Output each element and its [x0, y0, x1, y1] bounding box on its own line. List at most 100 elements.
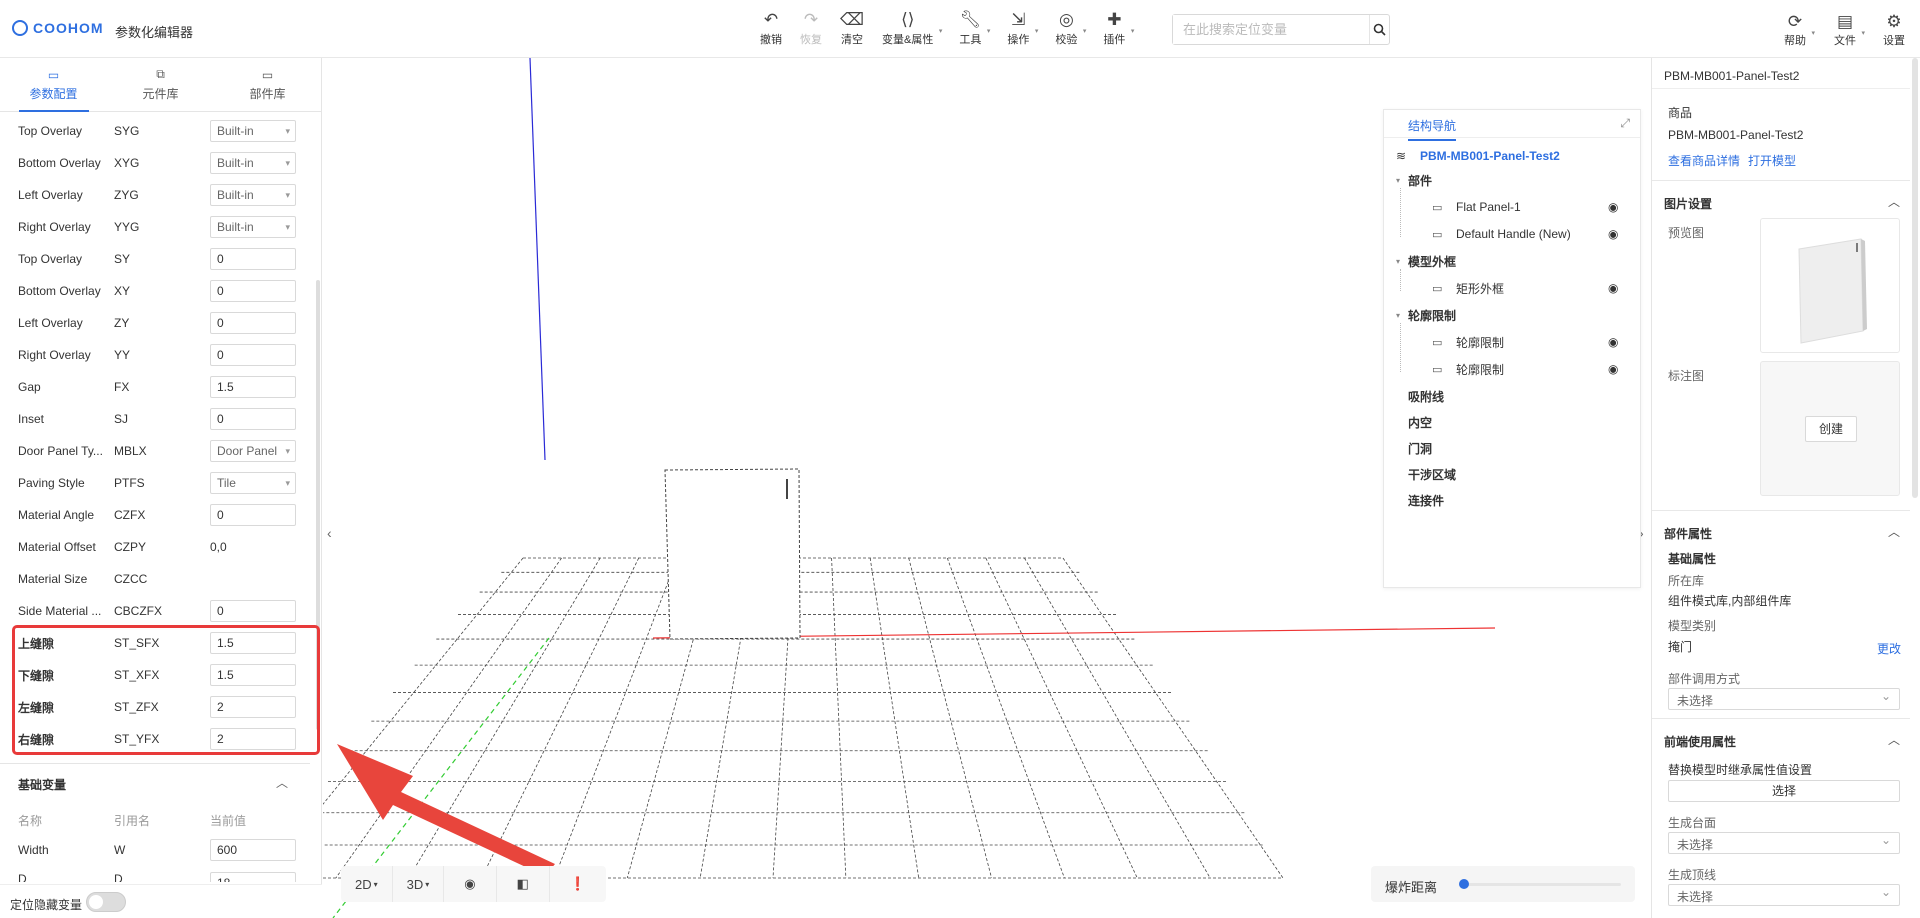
parameter-input[interactable]: 0 — [210, 248, 296, 270]
eye-icon[interactable]: ◉ — [1608, 359, 1618, 379]
parameter-name: Material Size — [18, 572, 88, 586]
expand-icon[interactable]: ⤢ — [1620, 116, 1630, 131]
parameter-input[interactable]: 0 — [210, 504, 296, 526]
caret-down-icon[interactable]: ▾ — [1396, 305, 1400, 325]
settings-button[interactable]: ⚙ 设置 — [1883, 12, 1905, 48]
parameter-select[interactable]: Built-in — [210, 120, 296, 142]
parameter-name: Door Panel Ty... — [18, 444, 103, 458]
tree-item[interactable]: Flat Panel-1 — [1456, 197, 1521, 217]
parameter-name: Paving Style — [18, 476, 85, 490]
eye-icon[interactable]: ◉ — [1608, 197, 1618, 217]
tree-group[interactable]: 吸附线 — [1408, 386, 1444, 406]
tree-root[interactable]: PBM-MB001-Panel-Test2 — [1420, 146, 1560, 166]
caret-down-icon: ▾ — [1034, 28, 1039, 35]
cube-icon: ◧ — [516, 876, 529, 891]
tab-structure-nav[interactable]: 结构导航 — [1408, 117, 1457, 141]
search-input[interactable] — [1173, 15, 1369, 44]
visibility-button[interactable]: ◉ — [444, 866, 497, 902]
image-settings-header[interactable]: 图片设置 ︿ — [1652, 180, 1910, 218]
parameter-select[interactable]: Built-in — [210, 184, 296, 206]
parameter-input[interactable]: 0 — [210, 280, 296, 302]
parameter-name: Left Overlay — [18, 188, 83, 202]
choose-inherit-button[interactable]: 选择 — [1668, 780, 1900, 802]
parameter-name: Top Overlay — [18, 252, 83, 266]
gear-icon: ⚙ — [1886, 12, 1902, 31]
parameter-key: ZY — [114, 316, 130, 330]
app-logo[interactable]: COOHOM — [12, 20, 104, 36]
parameter-select[interactable]: Built-in — [210, 216, 296, 238]
parameter-select[interactable]: Door Panel — [210, 440, 296, 462]
parameter-input[interactable]: 0 — [210, 344, 296, 366]
tree-group[interactable]: 部件 — [1408, 170, 1432, 190]
alert-button[interactable]: ❗ — [550, 866, 606, 902]
change-model-type-link[interactable]: 更改 — [1877, 640, 1901, 657]
parameter-select[interactable]: Tile — [210, 472, 296, 494]
undo-button[interactable]: ↶ 撤销 — [760, 10, 782, 47]
caret-down-icon[interactable]: ▾ — [1396, 170, 1400, 190]
width-input[interactable]: 600 — [210, 839, 296, 861]
caret-down-icon[interactable]: ▾ — [1396, 251, 1400, 271]
tree-item[interactable]: 轮廓限制 — [1456, 332, 1504, 352]
tree-item[interactable]: 轮廓限制 — [1456, 359, 1504, 379]
tree-item[interactable]: Default Handle (New) — [1456, 224, 1571, 244]
generate-counter-select[interactable]: 未选择 — [1668, 832, 1900, 854]
file-menu[interactable]: ▤ 文件 ▾ — [1834, 12, 1865, 48]
open-model-link[interactable]: 打开模型 — [1748, 152, 1796, 169]
parameter-input[interactable]: 1.5 — [210, 376, 296, 398]
scrollbar[interactable] — [1912, 58, 1918, 498]
create-annotation-button[interactable]: 创建 — [1805, 416, 1857, 442]
tree-group[interactable]: 干涉区域 — [1408, 464, 1456, 484]
preview-image[interactable] — [1760, 218, 1900, 353]
tree-connector — [1400, 188, 1401, 237]
tree-group[interactable]: 轮廓限制 — [1408, 305, 1456, 325]
grid-line — [908, 557, 992, 879]
tree-group[interactable]: 内空 — [1408, 412, 1432, 432]
tree-group[interactable]: 连接件 — [1408, 490, 1444, 510]
generate-top-line-select[interactable]: 未选择 — [1668, 884, 1900, 906]
table-row: Width W 600 — [0, 834, 310, 866]
parameter-input[interactable]: 0 — [210, 312, 296, 334]
part-properties-header[interactable]: 部件属性 ︿ — [1652, 510, 1910, 548]
explode-slider-track[interactable] — [1461, 883, 1621, 886]
parameter-row: Top Overlay SYG Built-in — [0, 115, 310, 147]
parameter-name: Right Overlay — [18, 220, 91, 234]
parameter-name: Bottom Overlay — [18, 156, 101, 170]
eye-icon[interactable]: ◉ — [1608, 224, 1618, 244]
help-menu[interactable]: ⟳ 帮助 ▾ — [1784, 12, 1815, 48]
redo-button[interactable]: ↷ 恢复 — [800, 10, 822, 47]
tree-group[interactable]: 模型外框 — [1408, 251, 1456, 271]
view-3d-button[interactable]: 3D ▾ — [393, 866, 445, 902]
parameter-input[interactable]: 0 — [210, 600, 296, 622]
frontend-properties-header[interactable]: 前端使用属性 ︿ — [1652, 718, 1910, 756]
caret-down-icon: ▾ — [938, 28, 943, 35]
tree-item[interactable]: 矩形外框 — [1456, 278, 1504, 298]
view-2d-button[interactable]: 2D ▾ — [341, 866, 393, 902]
explode-slider-handle[interactable] — [1459, 879, 1469, 889]
eye-icon[interactable]: ◉ — [1608, 278, 1618, 298]
parameter-name: Inset — [18, 412, 45, 426]
parameter-row: Gap FX 1.5 — [0, 371, 310, 403]
parameter-select[interactable]: Built-in — [210, 152, 296, 174]
search-icon[interactable] — [1369, 15, 1389, 44]
basic-variables-header[interactable]: 基础变量 ︿ — [0, 763, 310, 799]
tools-menu[interactable]: 🔧︎ 工具 ▾ — [959, 10, 990, 47]
tab-part-library[interactable]: ▭ 部件库 — [214, 58, 321, 111]
call-mode-select[interactable]: 未选择 — [1668, 688, 1900, 710]
parameter-input[interactable]: 0 — [210, 408, 296, 430]
cube-view-button[interactable]: ◧ — [497, 866, 550, 902]
view-product-detail-link[interactable]: 查看商品详情 — [1668, 152, 1740, 169]
tree-group[interactable]: 门洞 — [1408, 438, 1432, 458]
clear-button[interactable]: ⌫ 清空 — [840, 10, 864, 47]
caret-down-icon: ▾ — [373, 879, 378, 889]
parameter-key: YY — [114, 348, 131, 362]
collapse-left-icon[interactable]: ‹ — [327, 525, 332, 541]
operate-menu[interactable]: ⇲ 操作 ▾ — [1007, 10, 1038, 47]
tab-component-library[interactable]: ⧉ 元件库 — [107, 58, 214, 111]
locate-hidden-toggle[interactable] — [86, 892, 126, 912]
tab-parameter-config[interactable]: ▭ 参数配置 — [0, 58, 107, 112]
eye-icon[interactable]: ◉ — [1608, 332, 1618, 352]
variable-attribute-menu[interactable]: ⟨⟩ 变量&属性 ▾ — [882, 10, 942, 47]
grid-line — [323, 557, 524, 805]
verify-menu[interactable]: ◎ 校验 ▾ — [1055, 10, 1086, 47]
plugin-menu[interactable]: ✚ 插件 ▾ — [1103, 10, 1134, 47]
